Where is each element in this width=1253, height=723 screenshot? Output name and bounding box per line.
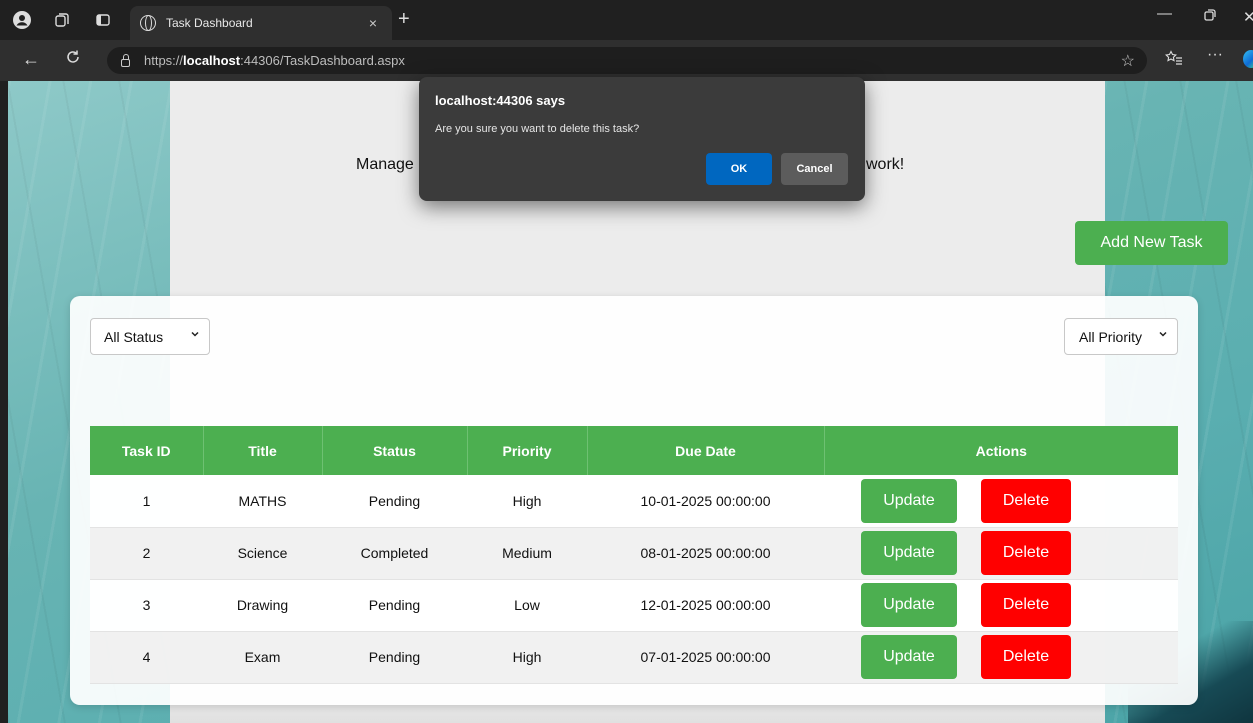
header-status: Status	[322, 426, 468, 475]
cell-title: Exam	[203, 631, 322, 684]
cell-task-id: 1	[90, 475, 203, 528]
update-button[interactable]: Update	[861, 583, 957, 627]
cell-actions: Update Delete	[824, 631, 1178, 684]
refresh-icon[interactable]	[65, 49, 81, 70]
add-new-task-button[interactable]: Add New Task	[1075, 221, 1228, 265]
dialog-ok-button[interactable]: OK	[706, 153, 772, 185]
cell-actions: Update Delete	[824, 527, 1178, 580]
copilot-icon[interactable]	[1243, 50, 1253, 68]
favorite-star-icon[interactable]: ☆	[1121, 51, 1135, 71]
cell-status: Pending	[322, 475, 467, 528]
browser-titlebar: Task Dashboard × + — ✕	[0, 0, 1253, 40]
globe-icon	[140, 15, 156, 31]
close-tab-icon[interactable]: ×	[364, 15, 382, 31]
url-input[interactable]: https://localhost:44306/TaskDashboard.as…	[107, 47, 1147, 74]
header-due-date: Due Date	[587, 426, 825, 475]
row-actions: Update Delete	[824, 531, 1178, 575]
chevron-down-icon	[190, 329, 200, 342]
back-icon[interactable]: ←	[22, 49, 40, 70]
priority-filter-select[interactable]: All Priority	[1064, 318, 1178, 355]
cell-task-id: 2	[90, 527, 203, 580]
page-header-text-tail: work!	[866, 156, 905, 173]
row-actions: Update Delete	[824, 478, 1178, 523]
table-header-row: Task ID Title Status Priority Due Date A…	[90, 426, 1178, 475]
new-tab-icon[interactable]: +	[398, 8, 410, 31]
table-row: 4 Exam Pending High 07-01-2025 00:00:00 …	[90, 631, 1178, 684]
cell-due-date: 07-01-2025 00:00:00	[587, 631, 824, 684]
task-card: All Status All Priority Task ID Title St…	[70, 296, 1198, 705]
browser-tab[interactable]: Task Dashboard ×	[130, 6, 392, 40]
restore-icon[interactable]	[1203, 8, 1217, 26]
cell-status: Pending	[322, 631, 467, 684]
priority-filter-value: All Priority	[1079, 328, 1143, 345]
task-table: Task ID Title Status Priority Due Date A…	[90, 426, 1178, 684]
cell-task-id: 4	[90, 631, 203, 684]
header-priority: Priority	[467, 426, 588, 475]
row-actions: Update Delete	[824, 635, 1178, 679]
cell-priority: Medium	[467, 527, 587, 580]
dialog-cancel-button[interactable]: Cancel	[781, 153, 848, 185]
url-path: :44306/TaskDashboard.aspx	[240, 53, 405, 68]
url-host: localhost	[183, 53, 241, 68]
dialog-title: localhost:44306 says	[435, 93, 566, 108]
cell-priority: High	[467, 631, 587, 684]
status-filter-value: All Status	[104, 328, 164, 345]
address-bar: ← https://localhost:44306/TaskDashboard.…	[0, 40, 1253, 81]
update-button[interactable]: Update	[861, 478, 957, 523]
table-row: 2 Science Completed Medium 08-01-2025 00…	[90, 527, 1178, 580]
cell-task-id: 3	[90, 579, 203, 632]
delete-button[interactable]: Delete	[981, 635, 1071, 679]
chevron-down-icon	[1158, 329, 1168, 342]
status-filter-select[interactable]: All Status	[90, 318, 210, 355]
delete-button[interactable]: Delete	[981, 478, 1071, 523]
table-row: 1 MATHS Pending High 10-01-2025 00:00:00…	[90, 475, 1178, 528]
tab-title: Task Dashboard	[166, 16, 253, 30]
row-actions: Update Delete	[824, 583, 1178, 627]
more-options-icon[interactable]: ···	[1207, 46, 1223, 64]
cell-due-date: 08-01-2025 00:00:00	[587, 527, 824, 580]
favorites-icon[interactable]	[1165, 50, 1183, 70]
lock-icon	[121, 53, 130, 67]
close-window-icon[interactable]: ✕	[1243, 8, 1253, 26]
cell-title: Science	[203, 527, 322, 580]
cell-status: Pending	[322, 579, 467, 632]
header-title: Title	[203, 426, 323, 475]
confirm-dialog: localhost:44306 says Are you sure you wa…	[419, 77, 865, 201]
header-task-id: Task ID	[90, 426, 204, 475]
profile-icon[interactable]	[12, 10, 32, 30]
url-text: https://localhost:44306/TaskDashboard.as…	[144, 53, 405, 68]
update-button[interactable]: Update	[861, 531, 957, 575]
workspaces-icon[interactable]	[52, 10, 72, 30]
url-prefix: https://	[144, 53, 184, 68]
cell-priority: High	[467, 475, 587, 528]
tab-actions-icon[interactable]	[93, 10, 113, 30]
minimize-icon[interactable]: —	[1157, 5, 1172, 22]
delete-button[interactable]: Delete	[981, 531, 1071, 575]
page-header-text: Manage	[356, 156, 414, 173]
delete-button[interactable]: Delete	[981, 583, 1071, 627]
cell-due-date: 10-01-2025 00:00:00	[587, 475, 824, 528]
table-row: 3 Drawing Pending Low 12-01-2025 00:00:0…	[90, 579, 1178, 632]
dialog-message: Are you sure you want to delete this tas…	[435, 123, 640, 135]
cell-actions: Update Delete	[824, 475, 1178, 528]
cell-title: Drawing	[203, 579, 322, 632]
cell-due-date: 12-01-2025 00:00:00	[587, 579, 824, 632]
cell-priority: Low	[467, 579, 587, 632]
cell-actions: Update Delete	[824, 579, 1178, 632]
cell-status: Completed	[322, 527, 467, 580]
header-actions: Actions	[824, 426, 1178, 475]
cell-title: MATHS	[203, 475, 322, 528]
update-button[interactable]: Update	[861, 635, 957, 679]
